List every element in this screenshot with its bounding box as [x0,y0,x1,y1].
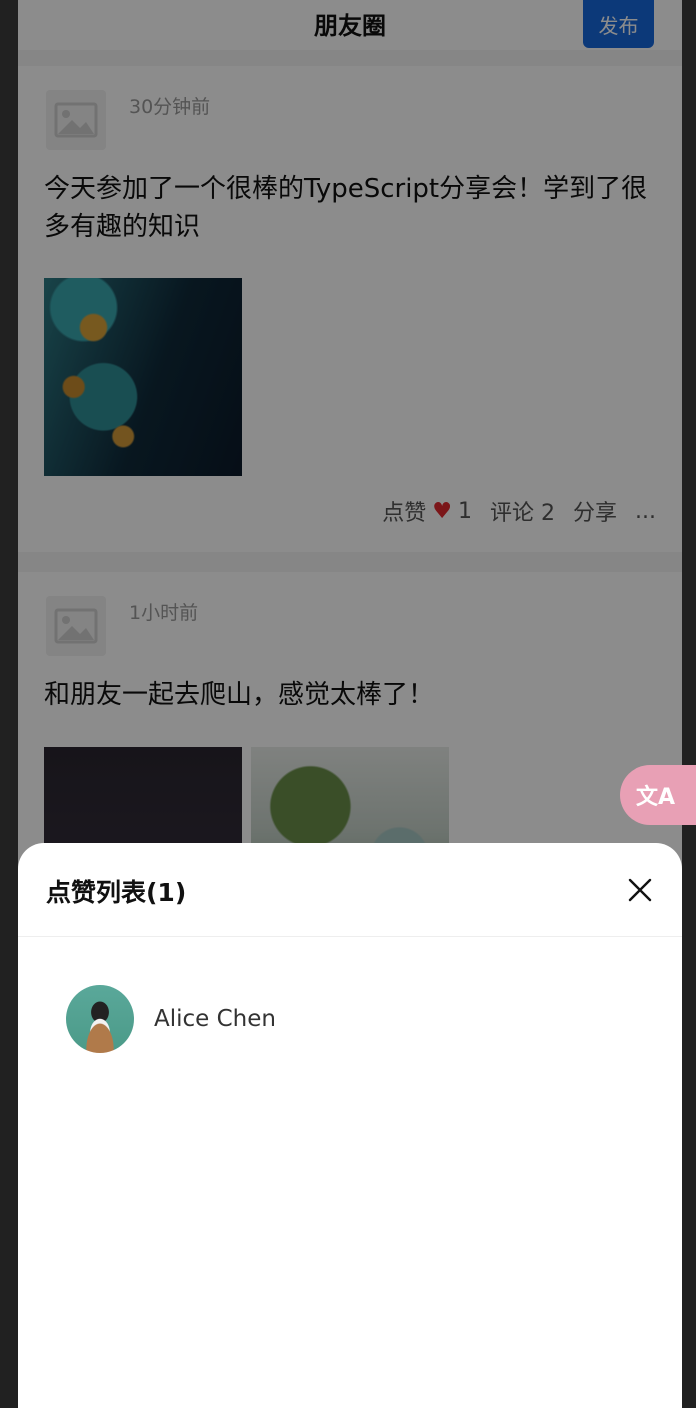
translate-icon: 文A [636,785,676,810]
sheet-header: 点赞列表(1) [18,843,682,937]
user-name[interactable]: Alice Chen [154,1006,276,1032]
sheet-title: 点赞列表(1) [46,878,187,907]
translate-button[interactable]: 文A [620,765,696,825]
likes-bottom-sheet: 点赞列表(1) Alice Chen [18,843,682,1408]
avatar[interactable] [66,985,134,1053]
close-icon[interactable] [626,876,654,904]
list-item[interactable]: Alice Chen [66,985,276,1053]
